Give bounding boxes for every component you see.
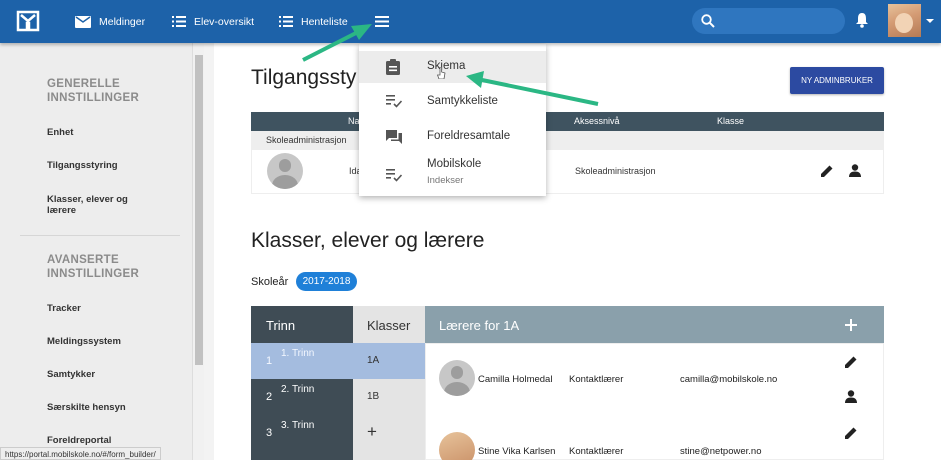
menu-item-label: Foreldresamtale [427, 130, 511, 142]
sidebar-scrollbar[interactable] [192, 43, 204, 460]
column-header-class: Klasse [717, 116, 745, 126]
checklist-icon [386, 95, 402, 108]
list-icon [279, 16, 293, 27]
sidebar-item-foreldreportal[interactable]: Foreldreportal [47, 435, 157, 446]
nav-elev-oversikt[interactable]: Elev-oversikt [172, 0, 254, 43]
sidebar-item-tracker[interactable]: Tracker [47, 303, 157, 314]
sidebar-item-samtykker[interactable]: Samtykker [47, 369, 157, 380]
sidebar-item-saerskilte-hensyn[interactable]: Særskilte hensyn [47, 402, 157, 413]
trinn-row-3[interactable]: 3 3. Trinn [251, 415, 353, 451]
sidebar-section-title: GENERELLE INNSTILLINGER [47, 78, 140, 104]
year-badge[interactable]: 2017-2018 [296, 272, 357, 291]
list-icon [172, 16, 186, 27]
trinn-header: Trinn [266, 318, 296, 333]
trinn-label: 1. Trinn [281, 348, 315, 359]
user-level: Skoleadministrasjon [575, 166, 656, 176]
column-header-name: Na [348, 116, 360, 126]
nav-label: Meldinger [99, 15, 146, 28]
hamburger-dropdown-menu: Skjema Samtykkeliste Foreldresamtale Mob… [359, 44, 546, 196]
teacher-email: stine@netpower.no [680, 446, 762, 457]
teacher-role: Kontaktlærer [569, 374, 624, 385]
menu-item-samtykkeliste[interactable]: Samtykkeliste [359, 86, 546, 118]
teacher-role: Kontaktlærer [569, 446, 624, 457]
teachers-title: Lærere for 1A [439, 318, 520, 333]
sidebar-item-tilgangsstyring[interactable]: Tilgangsstyring [47, 160, 157, 171]
table-row[interactable]: Ida Skoleadministrasjon [251, 150, 884, 194]
chevron-down-icon[interactable] [926, 19, 934, 23]
trinn-panel: Trinn 1 1. Trinn 2 2. Trinn 3 3. Trinn [251, 306, 353, 460]
menu-item-sublabel: Indekser [427, 175, 464, 186]
trinn-number: 1 [266, 355, 273, 367]
nav-label: Henteliste [301, 15, 348, 28]
access-table-header: Na Aksessnivå Klasse [251, 112, 884, 131]
menu-item-skjema[interactable]: Skjema [359, 51, 546, 83]
klasse-row-1a[interactable]: 1A [353, 343, 425, 379]
teachers-header: Lærere for 1A [425, 306, 884, 343]
new-admin-button[interactable]: NY ADMINBRUKER [790, 67, 884, 94]
scrollbar-thumb[interactable] [195, 55, 203, 365]
nav-label: Elev-oversikt [194, 15, 255, 28]
teachers-list: Camilla Holmedal Kontaktlærer camilla@mo… [425, 343, 884, 460]
sidebar-divider [20, 235, 180, 236]
person-icon[interactable] [849, 164, 861, 177]
teacher-email: camilla@mobilskole.no [680, 374, 778, 385]
checklist-icon [386, 169, 402, 182]
hamburger-menu-icon [375, 16, 389, 27]
trinn-row-2[interactable]: 2 2. Trinn [251, 379, 353, 415]
klasse-row-1b[interactable]: 1B [353, 379, 425, 415]
plus-icon: + [367, 422, 377, 441]
teacher-name: Stine Vika Karlsen [478, 446, 556, 457]
access-title: Tilgangssty [251, 66, 357, 89]
sidebar-section-title: AVANSERTE INNSTILLINGER [47, 254, 140, 280]
column-header-level: Aksessnivå [574, 116, 620, 126]
classes-title: Klasser, elever og lærere [251, 229, 485, 252]
menu-item-mobilskole[interactable]: Mobilskole Indekser [359, 156, 546, 194]
nav-meldinger[interactable]: Meldinger [75, 0, 145, 43]
clipboard-icon [386, 59, 400, 75]
sidebar-item-klasser[interactable]: Klasser, elever og lærere [47, 194, 157, 216]
pencil-icon[interactable] [820, 164, 834, 178]
status-url: https://portal.mobilskole.no/#/form_buil… [0, 447, 161, 460]
search-input[interactable] [692, 8, 845, 34]
klasse-label: 1B [367, 391, 380, 402]
user-avatar[interactable] [888, 4, 921, 37]
trinn-number: 3 [266, 427, 273, 439]
teacher-name: Camilla Holmedal [478, 374, 553, 385]
avatar [267, 153, 303, 189]
sidebar-item-meldingssystem[interactable]: Meldingssystem [47, 336, 157, 347]
group-label: Skoleadministrasjon [266, 135, 347, 145]
menu-item-label: Samtykkeliste [427, 95, 498, 107]
pencil-icon[interactable] [844, 426, 858, 440]
app-logo-icon[interactable] [16, 9, 40, 33]
trinn-row-1[interactable]: 1 1. Trinn [251, 343, 353, 379]
plus-icon[interactable] [845, 319, 857, 331]
avatar [439, 432, 475, 460]
sidebar-item-enhet[interactable]: Enhet [47, 127, 157, 138]
settings-sidebar [0, 43, 192, 460]
nav-henteliste[interactable]: Henteliste [279, 0, 348, 43]
person-icon[interactable] [845, 390, 857, 403]
menu-item-foreldresamtale[interactable]: Foreldresamtale [359, 121, 546, 153]
hamburger-menu-button[interactable] [375, 0, 397, 43]
mail-icon [75, 15, 91, 28]
top-navigation-bar: Meldinger Elev-oversikt Henteliste [0, 0, 941, 43]
add-class-button[interactable]: + [353, 415, 425, 451]
menu-item-label: Skjema [427, 60, 466, 72]
search-icon [701, 14, 715, 28]
trinn-label: 3. Trinn [281, 420, 315, 431]
access-group-row: Skoleadministrasjon [251, 131, 884, 150]
bell-icon[interactable] [855, 12, 869, 28]
pencil-icon[interactable] [844, 355, 858, 369]
cursor-icon [437, 67, 446, 79]
trinn-number: 2 [266, 391, 273, 403]
klasse-label: 1A [367, 355, 380, 366]
year-label: Skoleår [251, 276, 289, 288]
klasser-panel: Klasser 1A 1B + [353, 306, 425, 460]
menu-item-label: Mobilskole [427, 158, 482, 170]
trinn-label: 2. Trinn [281, 384, 315, 395]
chat-icon [386, 130, 402, 144]
klasser-header: Klasser [367, 318, 411, 333]
avatar [439, 360, 475, 396]
